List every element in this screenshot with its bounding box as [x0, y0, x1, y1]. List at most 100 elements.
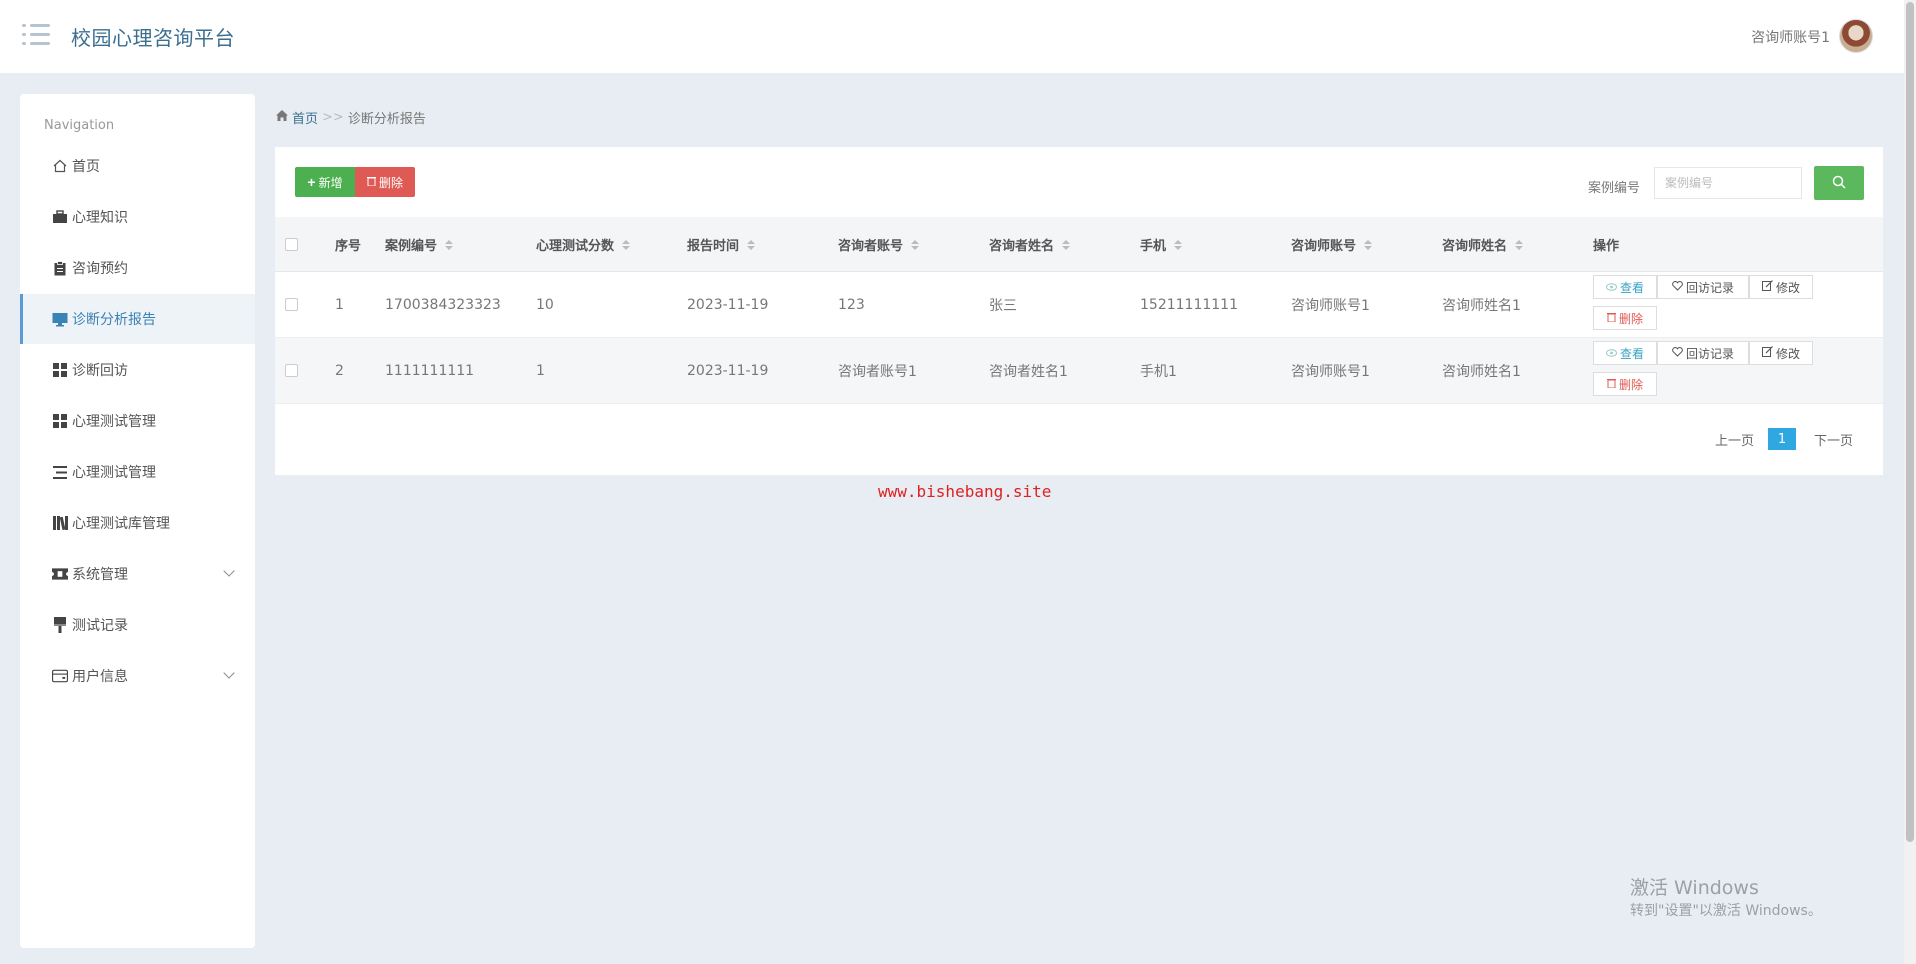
view-button[interactable]: 查看: [1593, 275, 1657, 299]
cell-counselor-account: 咨询师账号1: [1291, 364, 1370, 380]
delete-button[interactable]: 删除: [355, 167, 415, 197]
column-header-client-account[interactable]: 咨询者账号: [838, 217, 920, 272]
sidebar-item-label: 用户信息: [72, 669, 128, 685]
user-name[interactable]: 咨询师账号1: [1751, 27, 1830, 47]
row-delete-button-label: 删除: [1618, 311, 1643, 326]
search-button[interactable]: [1814, 166, 1864, 200]
cell-case-no: 1111111111: [385, 363, 475, 379]
sidebar-item-label: 心理测试管理: [72, 414, 156, 430]
chevron-down-icon: [223, 565, 235, 577]
sidebar-item-test-records[interactable]: 测试记录: [20, 600, 255, 650]
column-header-actions: 操作: [1593, 239, 1620, 254]
sidebar-item-diagnosis-report[interactable]: 诊断分析报告: [20, 294, 255, 344]
cell-phone: 15211111111: [1140, 297, 1238, 313]
sidebar-item-label: 诊断分析报告: [72, 312, 156, 328]
table-row: 2 1111111111 1 2023-11-19 咨询者账号1 咨询者姓名1 …: [275, 338, 1883, 404]
sort-icon[interactable]: [1364, 239, 1373, 250]
trash-icon: [1606, 377, 1616, 391]
wallet-icon: [52, 668, 68, 684]
edit-button[interactable]: 修改: [1749, 341, 1813, 365]
sort-icon[interactable]: [1515, 239, 1524, 250]
row-delete-button-label: 删除: [1618, 377, 1643, 392]
sidebar-item-psych-test-bank[interactable]: 心理测试库管理: [20, 498, 255, 548]
grid-icon: [52, 362, 68, 378]
sidebar-item-label: 咨询预约: [72, 261, 128, 277]
trash-icon: [1606, 311, 1616, 325]
eye-icon: [1605, 346, 1617, 360]
cell-client-name: 张三: [989, 298, 1017, 314]
breadcrumb-separator: >>: [322, 110, 344, 125]
row-delete-button[interactable]: 删除: [1593, 306, 1657, 330]
sort-icon[interactable]: [445, 239, 454, 250]
sort-icon[interactable]: [911, 239, 920, 250]
sidebar-item-psych-knowledge[interactable]: 心理知识: [20, 192, 255, 242]
column-header-time[interactable]: 报告时间: [687, 217, 756, 272]
sort-icon[interactable]: [622, 239, 631, 250]
add-button[interactable]: + 新增: [295, 167, 355, 197]
sort-icon[interactable]: [1174, 239, 1183, 250]
sidebar-item-label: 首页: [72, 159, 100, 175]
sidebar-item-label: 诊断回访: [72, 363, 128, 379]
ticket-icon: [52, 566, 68, 582]
edit-button[interactable]: 修改: [1749, 275, 1813, 299]
visit-record-button-label: 回访记录: [1685, 280, 1734, 295]
monitor-icon: [52, 311, 68, 327]
scrollbar[interactable]: [1904, 0, 1916, 964]
page-current[interactable]: 1: [1768, 428, 1796, 450]
cell-phone: 手机1: [1140, 364, 1177, 380]
windows-activation-title: 激活 Windows: [1630, 877, 1759, 899]
home-icon: [276, 110, 288, 125]
eye-icon: [1605, 280, 1617, 294]
column-header-counselor-name[interactable]: 咨询师姓名: [1442, 217, 1524, 272]
search-label: 案例编号: [1588, 181, 1641, 196]
sidebar-item-system-mgmt[interactable]: 系统管理: [20, 549, 255, 599]
column-header-phone[interactable]: 手机: [1140, 217, 1183, 272]
table-header: 序号 案例编号 心理测试分数 报告时间 咨询者账号 咨询者姓名 手机 咨询师账号…: [275, 217, 1883, 272]
cell-client-account: 123: [838, 297, 865, 313]
add-button-label: 新增: [318, 175, 343, 190]
case-no-search-input[interactable]: [1654, 167, 1802, 199]
cell-score: 10: [536, 297, 554, 313]
cell-score: 1: [536, 363, 545, 379]
cell-client-name: 咨询者姓名1: [989, 364, 1068, 380]
sort-icon[interactable]: [1062, 239, 1071, 250]
sidebar-item-psych-test-mgmt[interactable]: 心理测试管理: [20, 396, 255, 446]
breadcrumb-current: 诊断分析报告: [347, 112, 426, 127]
row-delete-button[interactable]: 删除: [1593, 372, 1657, 396]
sort-icon[interactable]: [747, 239, 756, 250]
column-header-counselor-account[interactable]: 咨询师账号: [1291, 217, 1373, 272]
prev-page-link[interactable]: 上一页: [1715, 430, 1754, 449]
cell-counselor-name: 咨询师姓名1: [1442, 364, 1521, 380]
menu-toggle-icon[interactable]: [22, 24, 50, 46]
avatar[interactable]: [1839, 19, 1873, 53]
view-button[interactable]: 查看: [1593, 341, 1657, 365]
cell-counselor-account: 咨询师账号1: [1291, 298, 1370, 314]
breadcrumb-home[interactable]: 首页: [292, 108, 318, 127]
sidebar-item-label: 心理知识: [72, 210, 128, 226]
sidebar-item-psych-test-mgmt-2[interactable]: 心理测试管理: [20, 447, 255, 497]
content-panel: + 新增 删除 案例编号 序号 案例编号 心理测试分数 报告时间 咨询者账号 咨…: [275, 147, 1883, 475]
home-icon: [52, 158, 68, 174]
sidebar-item-home[interactable]: 首页: [20, 141, 255, 191]
clipboard-icon: [52, 260, 68, 276]
column-header-client-name[interactable]: 咨询者姓名: [989, 217, 1071, 272]
grid-icon: [52, 413, 68, 429]
visit-record-button[interactable]: 回访记录: [1657, 341, 1749, 365]
sidebar-item-user-info[interactable]: 用户信息: [20, 651, 255, 701]
column-header-score[interactable]: 心理测试分数: [536, 217, 631, 272]
column-header-case-no[interactable]: 案例编号: [385, 217, 454, 272]
top-header: 校园心理咨询平台 咨询师账号1: [0, 0, 1916, 73]
delete-button-label: 删除: [378, 175, 403, 190]
row-checkbox[interactable]: [285, 364, 298, 377]
column-header-index: 序号: [335, 239, 362, 254]
sidebar-item-appointment[interactable]: 咨询预约: [20, 243, 255, 293]
scrollbar-thumb[interactable]: [1906, 2, 1914, 842]
sidebar: Navigation 首页 心理知识 咨询预约 诊断分析报告 诊断回访 心理测试…: [20, 94, 255, 948]
sidebar-item-diagnosis-visit[interactable]: 诊断回访: [20, 345, 255, 395]
edit-button-label: 修改: [1775, 280, 1800, 295]
visit-record-button[interactable]: 回访记录: [1657, 275, 1749, 299]
select-all-checkbox[interactable]: [285, 238, 298, 251]
row-checkbox[interactable]: [285, 298, 298, 311]
sidebar-item-label: 心理测试库管理: [72, 516, 170, 532]
next-page-link[interactable]: 下一页: [1814, 430, 1853, 449]
